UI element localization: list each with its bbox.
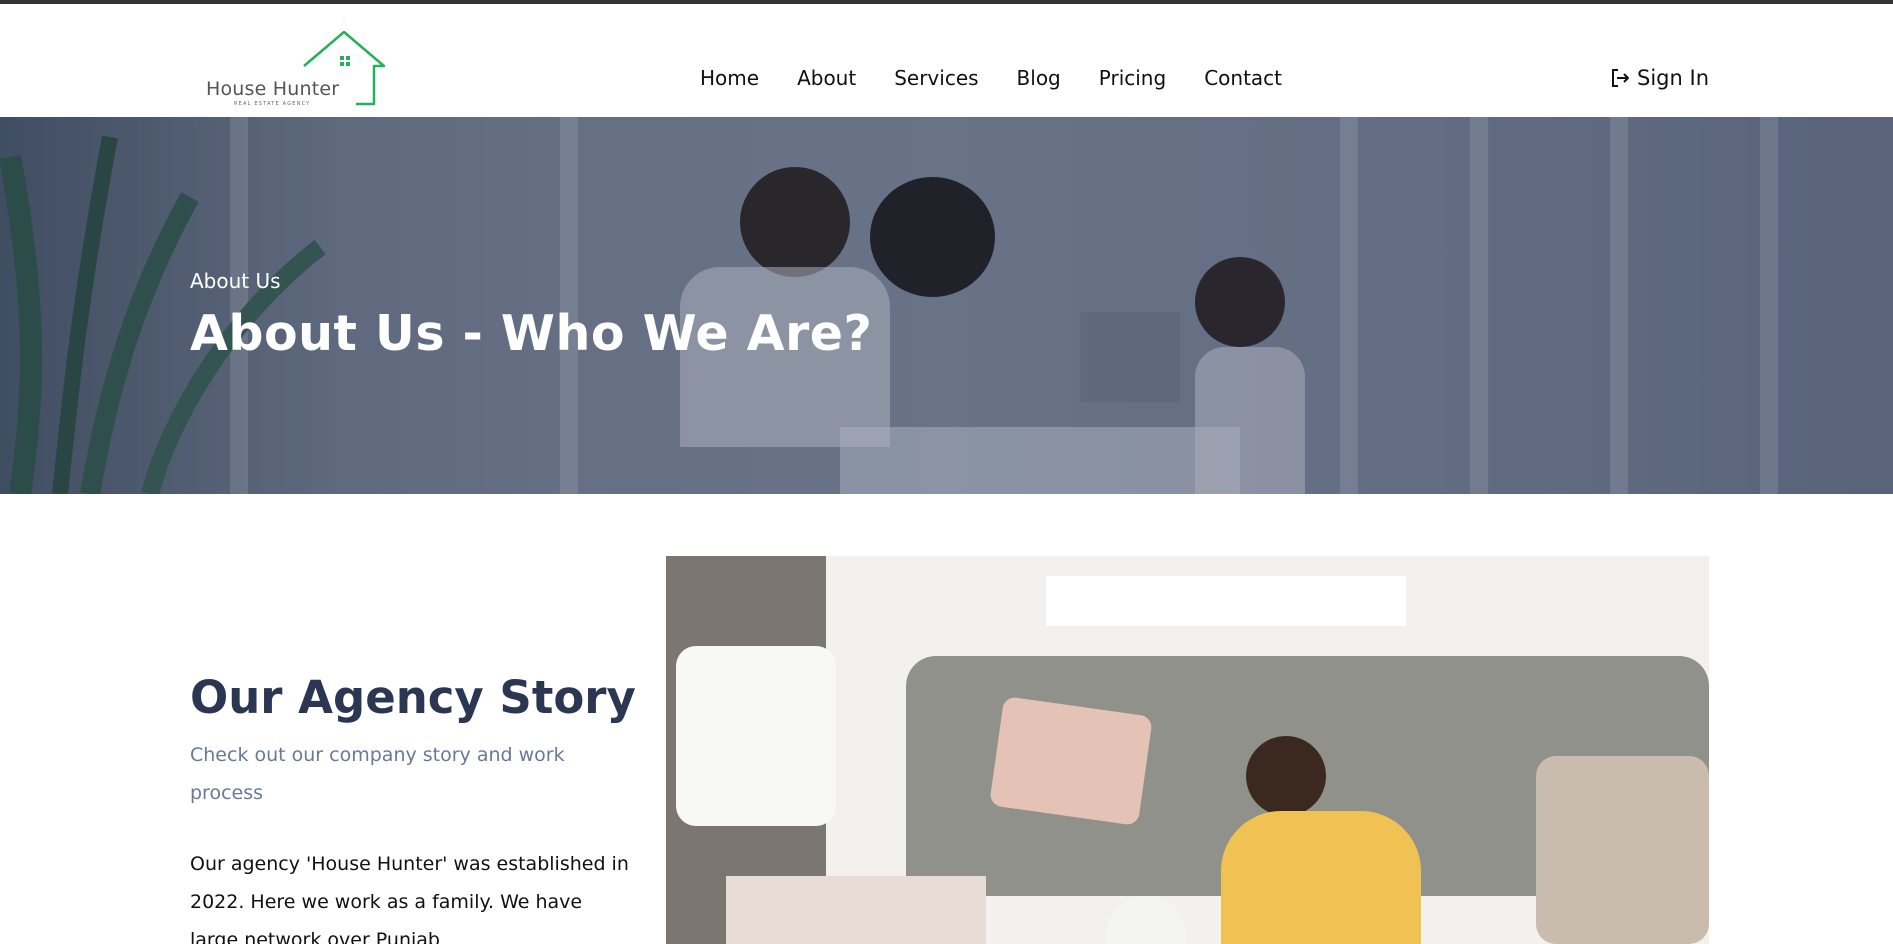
sign-in-link[interactable]: Sign In: [1609, 66, 1709, 90]
nav-item-pricing[interactable]: Pricing: [1099, 66, 1166, 90]
nav-item-contact[interactable]: Contact: [1204, 66, 1282, 90]
main-nav: Home About Services Blog Pricing Contact: [700, 66, 1282, 90]
brand-tagline: REAL ESTATE AGENCY: [234, 101, 311, 107]
nav-item-blog[interactable]: Blog: [1017, 66, 1061, 90]
agency-story-photo: [666, 556, 1709, 944]
page-title: About Us - Who We Are?: [190, 305, 873, 362]
section-body: Our agency 'House Hunter' was establishe…: [190, 853, 629, 944]
sign-in-label: Sign In: [1637, 66, 1709, 90]
section-title: Our Agency Story: [190, 671, 636, 724]
hero-eyebrow: About Us: [190, 269, 281, 293]
nav-item-about[interactable]: About: [797, 66, 856, 90]
site-header: House Hunter REAL ESTATE AGENCY Home Abo…: [0, 4, 1893, 117]
nav-item-services[interactable]: Services: [894, 66, 978, 90]
nav-item-home[interactable]: Home: [700, 66, 759, 90]
brand-name: House Hunter: [206, 78, 340, 100]
hero-banner: About Us About Us - Who We Are?: [0, 117, 1893, 494]
brand-logo[interactable]: House Hunter REAL ESTATE AGENCY: [204, 26, 390, 110]
section-subtitle: Check out our company story and work pro…: [190, 744, 565, 804]
sign-in-icon: [1612, 69, 1630, 87]
